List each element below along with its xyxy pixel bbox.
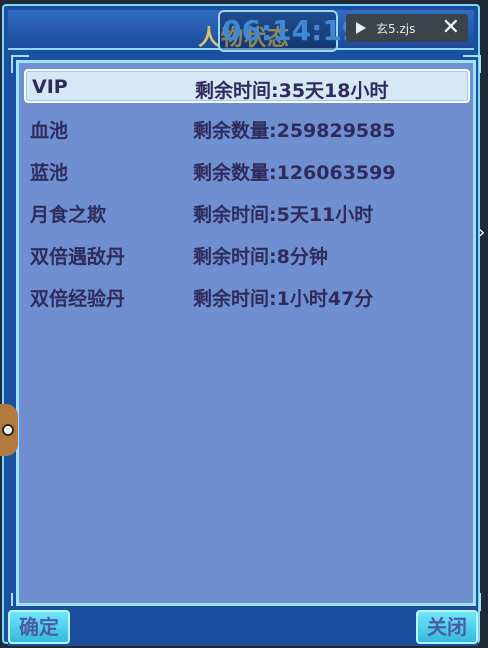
media-control[interactable]: 玄5.zjs ✕ <box>346 14 468 42</box>
close-icon[interactable]: ✕ <box>442 15 460 41</box>
status-panel: VIP 剩余时间:35天18小时 血池 剩余数量:259829585 蓝池 剩余… <box>11 55 481 611</box>
row-value: 剩余时间:1小时47分 <box>193 288 374 310</box>
row-name: 血池 <box>30 120 69 142</box>
cat-eye <box>2 424 14 436</box>
row-value: 剩余时间:5天11小时 <box>193 204 374 226</box>
window-footer: 确定 关闭 <box>8 606 478 646</box>
list-row-moon-eclipse[interactable]: 月食之欺 剩余时间:5天11小时 <box>24 195 470 229</box>
row-name: 双倍遇敌丹 <box>30 246 126 268</box>
cat-mascot-icon <box>0 404 18 456</box>
chevron-right-icon[interactable]: › <box>478 218 488 248</box>
row-value: 剩余数量:259829585 <box>193 120 396 142</box>
list-row-mp-pool[interactable]: 蓝池 剩余数量:126063599 <box>24 153 470 187</box>
row-name: 双倍经验丹 <box>30 288 126 310</box>
list-row-hp-pool[interactable]: 血池 剩余数量:259829585 <box>24 111 470 145</box>
row-value: 剩余时间:8分钟 <box>193 246 328 268</box>
row-name: VIP <box>32 76 68 98</box>
confirm-button[interactable]: 确定 <box>8 610 70 644</box>
media-label: 玄5.zjs <box>376 22 416 36</box>
list-row-vip[interactable]: VIP 剩余时间:35天18小时 <box>24 69 470 103</box>
list-row-double-exp[interactable]: 双倍经验丹 剩余时间:1小时47分 <box>24 279 470 313</box>
list-row-double-encounter[interactable]: 双倍遇敌丹 剩余时间:8分钟 <box>24 237 470 271</box>
row-name: 月食之欺 <box>30 204 107 226</box>
clock-text: 06:14:19 <box>222 14 362 47</box>
status-window: 人物状态 06:14:19 玄5.zjs ✕ VIP 剩余时间:35天18小时 … <box>2 4 481 646</box>
row-value: 剩余数量:126063599 <box>193 162 396 184</box>
play-icon[interactable] <box>356 22 366 34</box>
row-value: 剩余时间:35天18小时 <box>195 80 389 102</box>
row-name: 蓝池 <box>30 162 69 184</box>
close-button[interactable]: 关闭 <box>416 610 478 644</box>
